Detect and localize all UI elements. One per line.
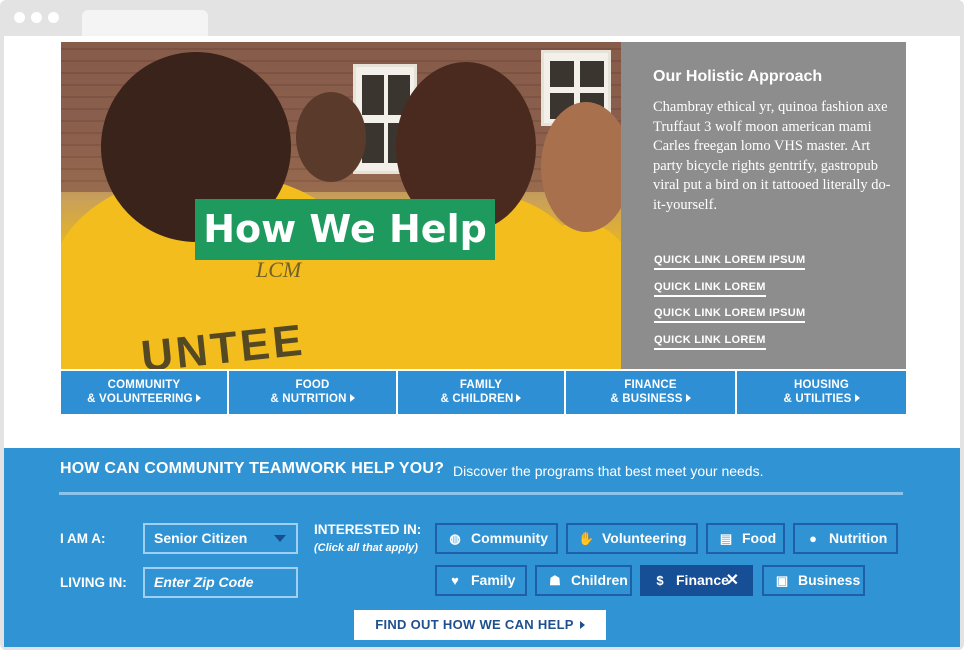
hand-icon: ✋ (578, 531, 595, 546)
i-am-label: I AM A: (60, 531, 106, 546)
chip-label: Community (471, 530, 548, 546)
arrow-right-icon (516, 394, 522, 402)
children-icon: ☗ (549, 573, 561, 588)
browser-chrome (0, 0, 964, 36)
chip-nutrition[interactable]: ● Nutrition (793, 523, 898, 554)
browser-tab[interactable] (82, 10, 208, 36)
globe-icon: ◍ (449, 531, 461, 546)
category-label: Family (459, 379, 503, 391)
program-finder: HOW CAN COMMUNITY TEAMWORK HELP YOU? Dis… (4, 448, 960, 647)
window-dot-icon[interactable] (31, 12, 42, 23)
window-dot-icon[interactable] (48, 12, 59, 23)
quick-link[interactable]: QUICK LINK LOREM (654, 281, 766, 297)
category-label: & Business (610, 393, 683, 405)
arrow-right-icon (854, 394, 860, 402)
chip-label: Finance (676, 572, 729, 588)
chip-finance[interactable]: $ Finance ✕ (640, 565, 753, 596)
dollar-icon: $ (656, 573, 664, 588)
window-dot-icon[interactable] (14, 12, 25, 23)
chip-community[interactable]: ◍ Community (435, 523, 558, 554)
person-head (541, 102, 621, 232)
chevron-down-icon (274, 535, 286, 542)
zip-code-input[interactable]: Enter Zip Code (143, 567, 298, 598)
cta-label: FIND OUT HOW WE CAN HELP (375, 617, 574, 632)
i-am-value: Senior Citizen (154, 530, 248, 546)
basket-icon: ▤ (719, 531, 733, 546)
approach-body: Chambray ethical yr, quinoa fashion axe … (653, 99, 891, 213)
category-label: Community (107, 379, 181, 391)
apple-icon: ● (809, 531, 817, 546)
i-am-select[interactable]: Senior Citizen (143, 523, 298, 554)
category-community-volunteering[interactable]: Community & Volunteering (61, 371, 227, 414)
hero-banner: LCM UNTEE How We Help Our Holistic Appro… (61, 42, 906, 369)
chip-label: Family (471, 572, 516, 588)
category-label: & Nutrition (270, 393, 347, 405)
category-label: Food (295, 379, 330, 391)
arrow-right-icon (685, 394, 691, 402)
category-label: Housing (793, 379, 850, 391)
close-icon[interactable]: ✕ (726, 567, 739, 594)
chip-label: Children (571, 572, 628, 588)
chip-label: Business (798, 572, 861, 588)
shirt-logo: LCM (256, 257, 302, 282)
finder-heading: HOW CAN COMMUNITY TEAMWORK HELP YOU? (60, 460, 445, 477)
hero-title: How We Help (195, 199, 495, 260)
interested-hint: (Click all that apply) (314, 542, 418, 554)
heart-icon: ♥ (451, 573, 459, 588)
category-nav: Community & Volunteering Food & Nutritio… (61, 371, 906, 414)
category-family-children[interactable]: Family & Children (398, 371, 564, 414)
living-in-label: LIVING IN: (60, 575, 127, 590)
divider (59, 492, 903, 495)
approach-title: Our Holistic Approach (653, 68, 823, 85)
quick-link[interactable]: QUICK LINK LOREM IPSUM (654, 254, 806, 270)
briefcase-icon: ▣ (775, 573, 789, 588)
arrow-right-icon (579, 621, 585, 629)
chip-volunteering[interactable]: ✋ Volunteering (566, 523, 698, 554)
category-label: & Volunteering (87, 393, 193, 405)
arrow-right-icon (349, 394, 355, 402)
finder-subheading: Discover the programs that best meet you… (453, 463, 764, 479)
category-label: & Utilities (783, 393, 852, 405)
chip-food[interactable]: ▤ Food (706, 523, 785, 554)
chip-family[interactable]: ♥ Family (435, 565, 527, 596)
category-food-nutrition[interactable]: Food & Nutrition (229, 371, 396, 414)
interested-label: INTERESTED IN: (314, 522, 422, 537)
hero-photo: LCM UNTEE How We Help (61, 42, 621, 369)
approach-panel: Our Holistic Approach Chambray ethical y… (621, 42, 906, 369)
page-viewport: LCM UNTEE How We Help Our Holistic Appro… (4, 36, 960, 647)
person-head (296, 92, 366, 182)
quick-link[interactable]: QUICK LINK LOREM IPSUM (654, 307, 806, 323)
quick-link[interactable]: QUICK LINK LOREM (654, 334, 766, 350)
chip-children[interactable]: ☗ Children (535, 565, 632, 596)
arrow-right-icon (195, 394, 201, 402)
browser-window: LCM UNTEE How We Help Our Holistic Appro… (0, 0, 964, 650)
category-housing-utilities[interactable]: Housing & Utilities (737, 371, 906, 414)
chip-label: Nutrition (829, 530, 888, 546)
category-label: Finance (624, 379, 677, 391)
chip-label: Volunteering (602, 530, 687, 546)
find-help-button[interactable]: FIND OUT HOW WE CAN HELP (354, 610, 606, 640)
category-finance-business[interactable]: Finance & Business (566, 371, 735, 414)
category-label: & Children (440, 393, 514, 405)
chip-business[interactable]: ▣ Business (762, 565, 865, 596)
chip-label: Food (742, 530, 777, 546)
